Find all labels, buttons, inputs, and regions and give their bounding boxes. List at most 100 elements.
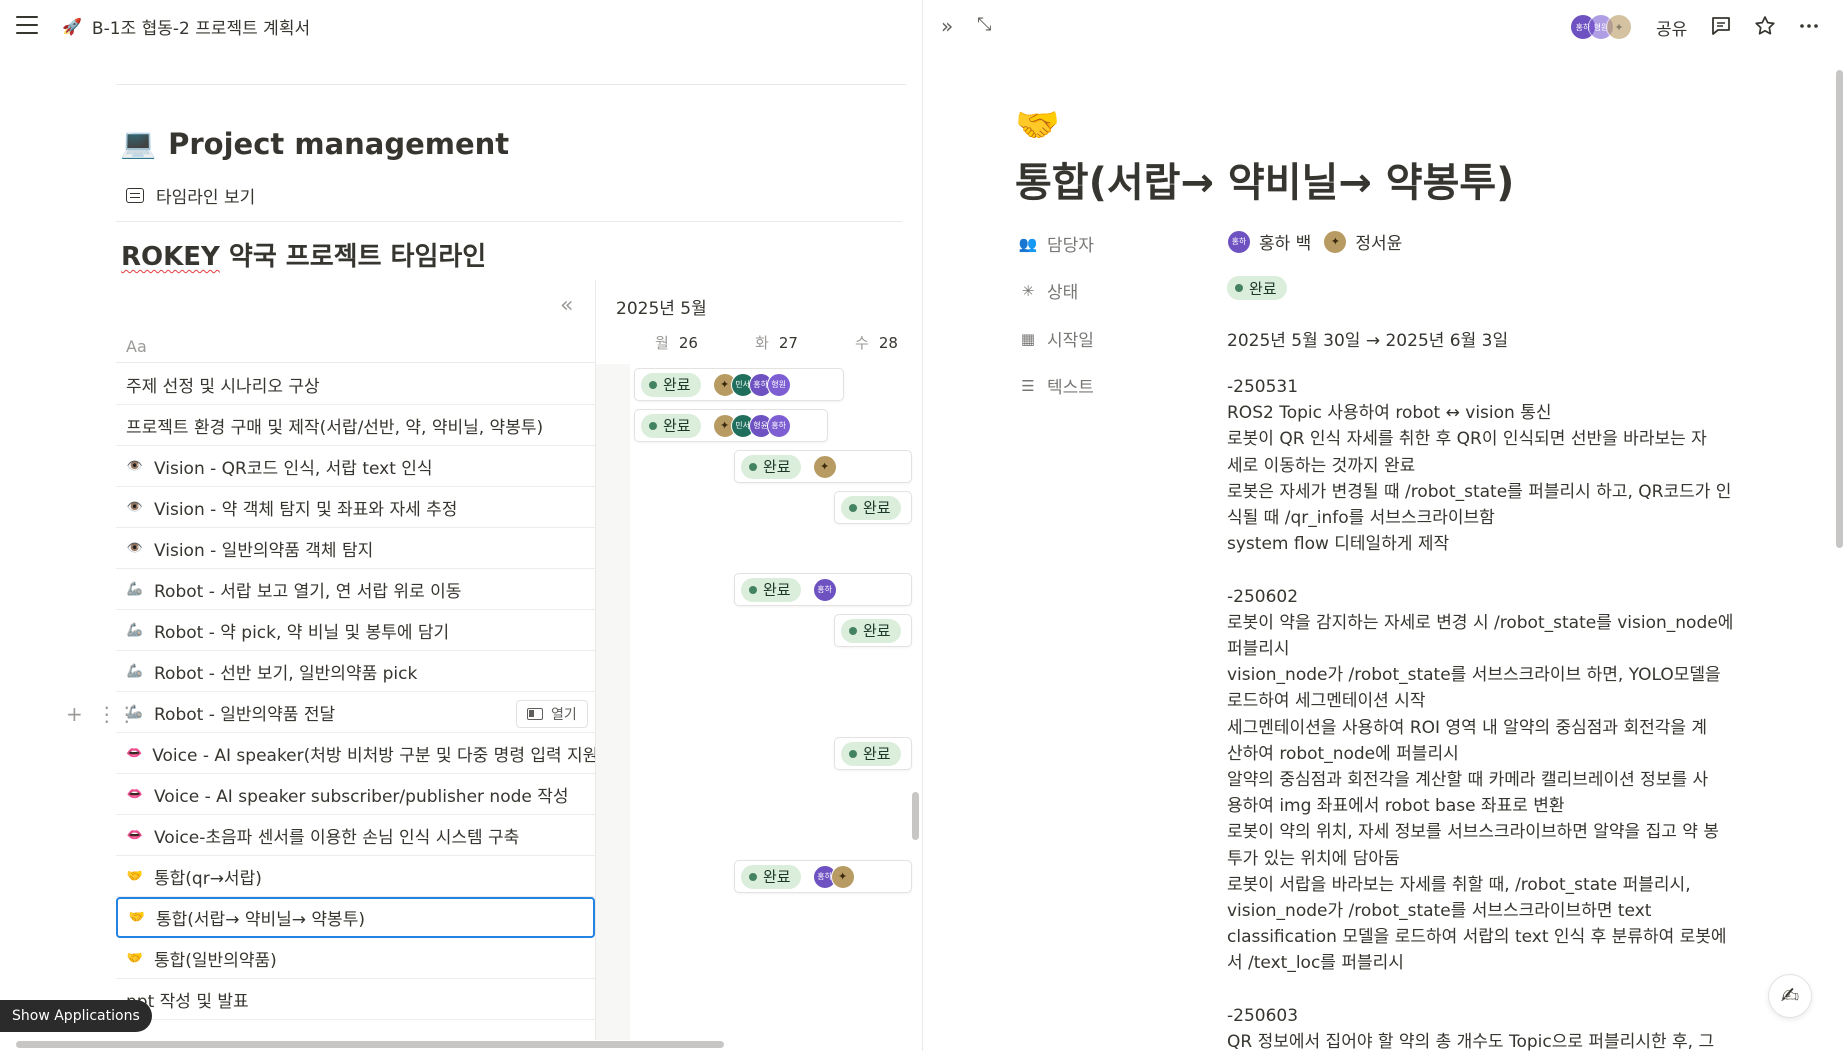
text-line: 로봇이 약을 감지하는 자세로 변경 시 /robot_state를 visio… xyxy=(1227,612,1734,633)
status-dot xyxy=(749,462,757,471)
avatar: ✦ xyxy=(830,864,855,889)
table-row[interactable]: 👄 Voice-초음파 센서를 이용한 손님 인식 시스템 구축 xyxy=(116,815,595,856)
status-text: 완료 xyxy=(763,868,791,886)
status-dot xyxy=(649,421,657,430)
task-name: Robot - 약 pick, 약 비닐 및 봉투에 담기 xyxy=(154,622,450,643)
collapse-table-icon[interactable]: « xyxy=(560,293,573,318)
side-peek-icon xyxy=(527,708,543,720)
status-badge: 완료 xyxy=(741,577,801,602)
calendar-icon: ▦ xyxy=(1020,329,1036,348)
expand-icon[interactable]: ⤡ xyxy=(977,14,991,35)
table-row[interactable]: 👄 Voice - AI speaker subscriber/publisher… xyxy=(116,774,595,815)
star-icon[interactable] xyxy=(1753,14,1777,38)
name-column-header[interactable]: Aa xyxy=(116,327,595,363)
table-row[interactable]: 👁️ Vision - 약 객체 탐지 및 좌표와 자세 추정 xyxy=(116,487,595,528)
add-row-icon[interactable]: + xyxy=(66,702,83,726)
property-assignee-label[interactable]: 👥 담당자 xyxy=(1019,231,1094,257)
task-name: Vision - 일반의약품 객체 탐지 xyxy=(154,540,374,561)
weekday: 화 xyxy=(755,334,769,352)
timeline-title: ROKEY 약국 프로젝트 타임라인 xyxy=(121,236,486,273)
table-row[interactable]: 👁️ Vision - 일반의약품 객체 탐지 xyxy=(116,528,595,569)
property-name: 담당자 xyxy=(1047,236,1094,256)
table-row[interactable]: 프로젝트 환경 구매 및 제작(서랍/선반, 약, 약비닐, 약봉투) xyxy=(116,405,595,446)
vertical-scrollbar[interactable] xyxy=(912,792,919,840)
robot-arm-icon: 🦾 xyxy=(126,663,144,679)
property-name: 상태 xyxy=(1047,283,1079,303)
rocket-icon: 🚀 xyxy=(62,17,82,36)
property-start-value[interactable]: 2025년 5월 30일 → 2025년 6월 3일 xyxy=(1227,326,1508,351)
status-text: 완료 xyxy=(663,376,691,394)
timeline-view-icon xyxy=(126,188,144,203)
hamburger-menu-icon[interactable] xyxy=(16,16,38,34)
avatar-group: ✦ xyxy=(812,454,837,479)
table-row[interactable]: 주제 선정 및 시나리오 구상 xyxy=(116,364,595,405)
divider xyxy=(116,221,902,222)
property-status-label[interactable]: ✳ 상태 xyxy=(1019,278,1079,304)
property-status-value[interactable]: 완료 xyxy=(1227,276,1287,300)
avatar-group: ✦ 민서 홍하 형원 xyxy=(712,372,791,397)
status-badge: 완료 xyxy=(741,864,801,889)
table-row[interactable]: 🤝 통합(qr→서랍) xyxy=(116,856,595,897)
comment-icon[interactable] xyxy=(1709,14,1733,38)
text-line: 알약의 중심점과 회전각을 계산할 때 카메라 캘리브레이션 정보를 사 xyxy=(1227,770,1709,791)
breadcrumb[interactable]: 🚀 B-1조 협동-2 프로젝트 계획서 xyxy=(62,14,310,39)
avatar: 홍하 xyxy=(812,577,837,602)
text-line: QR 정보에서 집어야 할 약의 총 개수도 Topic으로 퍼블리시한 후, … xyxy=(1227,1032,1715,1051)
handshake-icon: 🤝 xyxy=(128,910,146,925)
table-row[interactable]: 🦾 Robot - 선반 보기, 일반의약품 pick xyxy=(116,651,595,692)
weekday: 수 xyxy=(855,334,869,352)
timeline-bar[interactable]: 완료 홍하 ✦ xyxy=(734,860,912,893)
text-line: -250602 xyxy=(1227,586,1299,607)
share-button[interactable]: 공유 xyxy=(1656,15,1687,40)
task-name: Voice - AI speaker subscriber/publisher … xyxy=(154,786,569,807)
page-title[interactable]: 통합(서랍→ 약비닐→ 약봉투) xyxy=(1015,150,1514,208)
open-button[interactable]: 열기 xyxy=(516,700,588,728)
handshake-icon[interactable]: 🤝 xyxy=(1015,104,1060,146)
day-header-26: 월 26 xyxy=(655,332,698,353)
close-peek-icon[interactable]: » xyxy=(941,14,953,38)
more-options-icon[interactable] xyxy=(1797,14,1821,38)
status-text: 완료 xyxy=(663,417,691,435)
table-row-selected[interactable]: 🤝 통합(서랍→ 약비닐→ 약봉투) xyxy=(116,897,595,938)
avatar: ✦ xyxy=(1606,14,1632,40)
property-text-label[interactable]: ☰ 텍스트 xyxy=(1019,373,1094,399)
timeline-bar[interactable]: 완료 ✦ xyxy=(734,450,912,483)
row-handle[interactable]: + ⋮⋮ xyxy=(66,702,137,726)
show-applications-button[interactable]: Show Applications xyxy=(0,1000,152,1032)
property-assignee-value[interactable]: 홍하 홍하 백 ✦ 정서윤 xyxy=(1227,229,1402,254)
status-spinner-icon: ✳ xyxy=(1021,281,1035,300)
avatar-group: 홍하 xyxy=(812,577,837,602)
text-line: system flow 디테일하게 제작 xyxy=(1227,534,1450,555)
timeline-bar[interactable]: 완료 홍하 xyxy=(734,573,912,606)
table-row[interactable]: ppt 작성 및 발표 xyxy=(116,979,595,1020)
table-row[interactable]: 🦾 Robot - 약 pick, 약 비닐 및 봉투에 담기 xyxy=(116,610,595,651)
status-badge: 완료 xyxy=(841,741,901,766)
breadcrumb-title[interactable]: B-1조 협동-2 프로젝트 계획서 xyxy=(92,14,310,39)
top-bar: 🚀 B-1조 협동-2 프로젝트 계획서 xyxy=(0,0,922,52)
collaborator-avatars[interactable]: 홍하 형원 ✦ xyxy=(1570,14,1632,40)
table-row[interactable]: 👁️ Vision - QR코드 인식, 서랍 text 인식 xyxy=(116,446,595,487)
drag-handle-icon[interactable]: ⋮⋮ xyxy=(97,702,137,726)
timeline-bar[interactable]: 완료 xyxy=(834,614,912,647)
table-row[interactable]: 👄 Voice - AI speaker(처방 비처방 구분 및 다중 명령 입력… xyxy=(116,733,595,774)
text-line xyxy=(1227,557,1747,583)
lips-icon: 👄 xyxy=(126,745,143,761)
lips-icon: 👄 xyxy=(126,786,144,802)
timeline-bar[interactable]: 완료 ✦ 민서 형윤 홍하 xyxy=(634,409,828,442)
status-badge: 완료 xyxy=(641,413,701,438)
vertical-scrollbar[interactable] xyxy=(1836,70,1843,548)
timeline-bar[interactable]: 완료 ✦ 민서 홍하 형원 xyxy=(634,368,844,401)
table-row[interactable]: 🦾 Robot - 서랍 보고 열기, 연 서랍 위로 이동 xyxy=(116,569,595,610)
tab-timeline-view[interactable]: 타임라인 보기 xyxy=(126,183,255,208)
timeline-title-rest: 약국 프로젝트 타임라인 xyxy=(219,242,487,272)
table-row[interactable]: 🤝 통합(일반의약품) xyxy=(116,938,595,979)
task-name: 통합(qr→서랍) xyxy=(154,868,262,889)
property-text-value[interactable]: -250531 ROS2 Topic 사용하여 robot ↔ vision 통… xyxy=(1227,374,1747,1051)
timeline-bar[interactable]: 완료 xyxy=(834,737,912,770)
timeline-bar[interactable]: 완료 xyxy=(834,491,912,524)
task-name: 통합(일반의약품) xyxy=(154,950,277,971)
ai-assistant-icon[interactable]: ✍ xyxy=(1768,974,1812,1018)
text-line: 세그멘테이션을 사용하여 ROI 영역 내 알약의 중심점과 회전각을 계 xyxy=(1227,717,1708,738)
property-start-label[interactable]: ▦ 시작일 xyxy=(1019,326,1094,352)
horizontal-scrollbar[interactable] xyxy=(16,1041,724,1048)
